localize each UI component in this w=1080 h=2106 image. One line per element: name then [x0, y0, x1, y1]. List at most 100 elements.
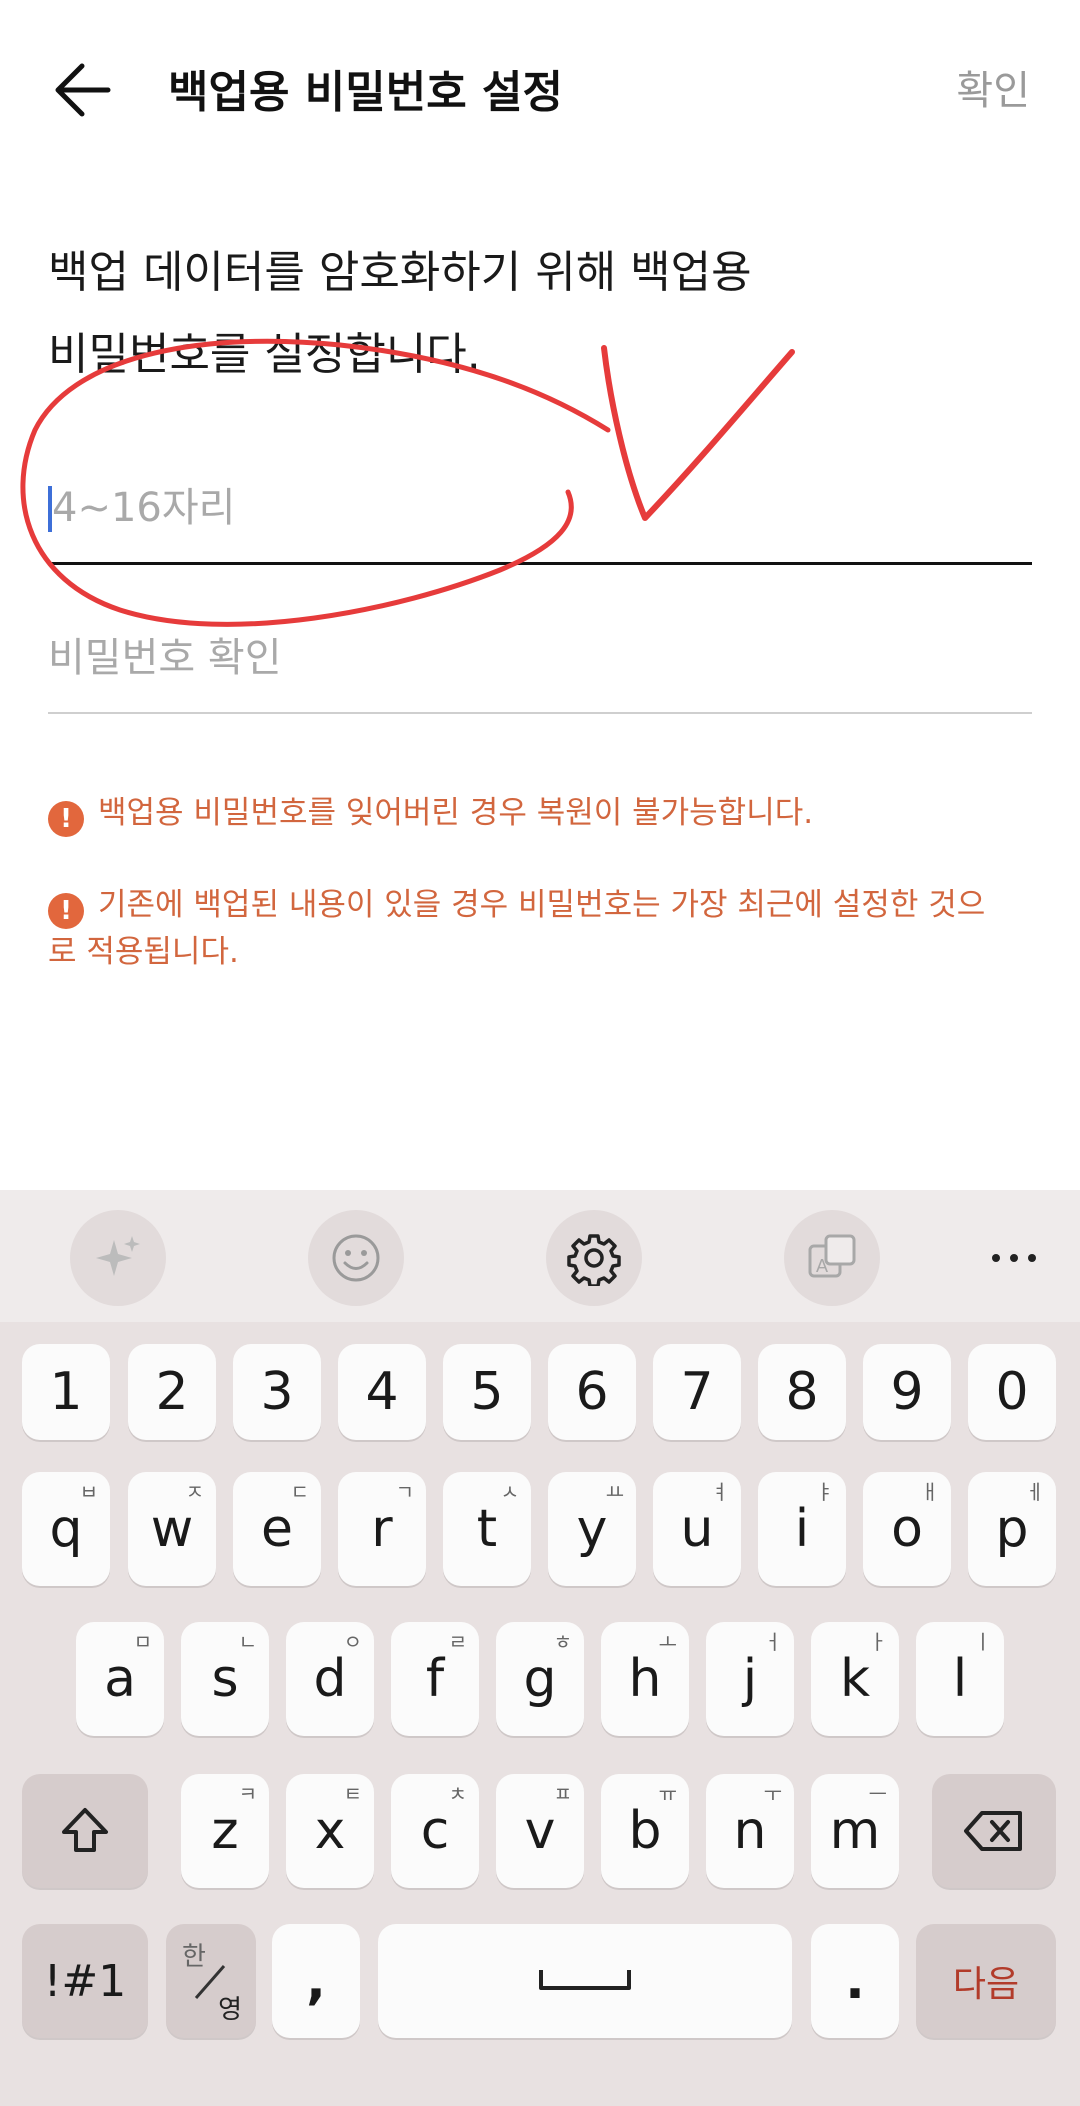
key-label: l	[952, 1649, 968, 1709]
key-sub-label: ㄷ	[290, 1480, 309, 1504]
key-label: d	[313, 1649, 347, 1709]
key-4[interactable]: 4	[338, 1344, 426, 1440]
key-label: g	[523, 1649, 557, 1709]
key-l[interactable]: ㅣl	[916, 1622, 1004, 1736]
more-options-button[interactable]	[966, 1210, 1062, 1306]
key-label: o	[891, 1499, 923, 1559]
backspace-key[interactable]	[932, 1774, 1056, 1888]
confirm-password-input[interactable]	[48, 628, 1032, 688]
key-sub-label: ㅁ	[133, 1630, 152, 1654]
key-sub-label: ㅕ	[710, 1480, 729, 1504]
key-t[interactable]: ㅅt	[443, 1472, 531, 1586]
key-label: a	[104, 1649, 136, 1709]
key-sub-label: ㅣ	[973, 1630, 992, 1654]
key-label: m	[829, 1801, 881, 1861]
key-1[interactable]: 1	[22, 1344, 110, 1440]
key-y[interactable]: ㅛy	[548, 1472, 636, 1586]
back-button[interactable]	[48, 52, 124, 128]
confirm-password-field[interactable]	[48, 628, 1032, 714]
warning-icon: !	[48, 801, 84, 837]
confirm-button[interactable]: 확인	[956, 58, 1030, 116]
key-5[interactable]: 5	[443, 1344, 531, 1440]
space-key[interactable]	[378, 1924, 792, 2038]
translate-button[interactable]: A	[784, 1210, 880, 1306]
warning-text: 기존에 백업된 내용이 있을 경우 비밀번호는 가장 최근에 설정한 것으로 적…	[48, 887, 986, 970]
key-d[interactable]: ㅇd	[286, 1622, 374, 1736]
warning-message: ! 백업용 비밀번호를 잊어버린 경우 복원이 불가능합니다.	[48, 790, 1008, 837]
key-v[interactable]: ㅍv	[496, 1774, 584, 1888]
key-sub-label: ㄹ	[448, 1630, 467, 1654]
key-g[interactable]: ㅎg	[496, 1622, 584, 1736]
symbols-key[interactable]: !#1	[22, 1924, 148, 2038]
translate-icon: A	[808, 1234, 856, 1278]
key-sub-label: ㅠ	[658, 1782, 677, 1806]
key-label: x	[314, 1801, 346, 1861]
key-a[interactable]: ㅁa	[76, 1622, 164, 1736]
key-8[interactable]: 8	[758, 1344, 846, 1440]
settings-gear-icon	[567, 1234, 621, 1286]
key-u[interactable]: ㅕu	[653, 1472, 741, 1586]
next-key[interactable]: 다음	[916, 1924, 1056, 2038]
key-3[interactable]: 3	[233, 1344, 321, 1440]
key-6[interactable]: 6	[548, 1344, 636, 1440]
key-sub-label: ㅎ	[553, 1630, 572, 1654]
key-b[interactable]: ㅠb	[601, 1774, 689, 1888]
key-sub-label: ㅡ	[868, 1782, 887, 1806]
key-i[interactable]: ㅑi	[758, 1472, 846, 1586]
key-label: f	[425, 1649, 445, 1709]
ai-writing-button[interactable]	[70, 1210, 166, 1306]
key-label: k	[839, 1649, 871, 1709]
key-label: n	[733, 1801, 767, 1861]
key-k[interactable]: ㅏk	[811, 1622, 899, 1736]
emoji-button[interactable]	[308, 1210, 404, 1306]
key-label: r	[371, 1499, 393, 1559]
text-caret	[48, 486, 52, 532]
key-label: h	[628, 1649, 662, 1709]
key-h[interactable]: ㅗh	[601, 1622, 689, 1736]
key-2[interactable]: 2	[128, 1344, 216, 1440]
key-x[interactable]: ㅌx	[286, 1774, 374, 1888]
password-field[interactable]	[48, 478, 1036, 565]
keyboard-settings-button[interactable]	[546, 1210, 642, 1306]
key-sub-label: ㅊ	[448, 1782, 467, 1806]
description-line-2: 비밀번호를 설정합니다.	[48, 329, 481, 380]
key-label: s	[211, 1649, 239, 1709]
lang-label-bottom: 영	[218, 1995, 242, 2025]
key-sub-label: ㄱ	[395, 1480, 414, 1504]
key-sub-label: ㅇ	[343, 1630, 362, 1654]
svg-text:A: A	[816, 1256, 828, 1276]
page-title: 백업용 비밀번호 설정	[168, 67, 563, 118]
key-9[interactable]: 9	[863, 1344, 951, 1440]
key-e[interactable]: ㄷe	[233, 1472, 321, 1586]
backspace-icon	[964, 1811, 1022, 1851]
warning-icon: !	[48, 893, 84, 929]
key-label: q	[49, 1499, 83, 1559]
key-sub-label: ㅐ	[920, 1480, 939, 1504]
key-j[interactable]: ㅓj	[706, 1622, 794, 1736]
key-p[interactable]: ㅔp	[968, 1472, 1056, 1586]
comma-key[interactable]: ,	[272, 1924, 360, 2038]
key-z[interactable]: ㅋz	[181, 1774, 269, 1888]
key-n[interactable]: ㅜn	[706, 1774, 794, 1888]
key-0[interactable]: 0	[968, 1344, 1056, 1440]
emoji-icon	[332, 1234, 380, 1282]
key-o[interactable]: ㅐo	[863, 1472, 951, 1586]
key-s[interactable]: ㄴs	[181, 1622, 269, 1736]
key-r[interactable]: ㄱr	[338, 1472, 426, 1586]
key-sub-label: ㅈ	[185, 1480, 204, 1504]
key-f[interactable]: ㄹf	[391, 1622, 479, 1736]
key-m[interactable]: ㅡm	[811, 1774, 899, 1888]
password-input[interactable]	[48, 478, 1036, 538]
key-label: j	[742, 1649, 758, 1709]
language-switch-key[interactable]: 한 영	[166, 1924, 256, 2038]
annotation-overlay	[20, 338, 795, 627]
key-c[interactable]: ㅊc	[391, 1774, 479, 1888]
key-sub-label: ㅌ	[343, 1782, 362, 1806]
key-w[interactable]: ㅈw	[128, 1472, 216, 1586]
key-7[interactable]: 7	[653, 1344, 741, 1440]
shift-key[interactable]	[22, 1774, 148, 1888]
period-key[interactable]: .	[811, 1924, 899, 2038]
key-label: e	[261, 1499, 293, 1559]
key-q[interactable]: ㅂq	[22, 1472, 110, 1586]
arrow-left-icon	[55, 63, 111, 117]
